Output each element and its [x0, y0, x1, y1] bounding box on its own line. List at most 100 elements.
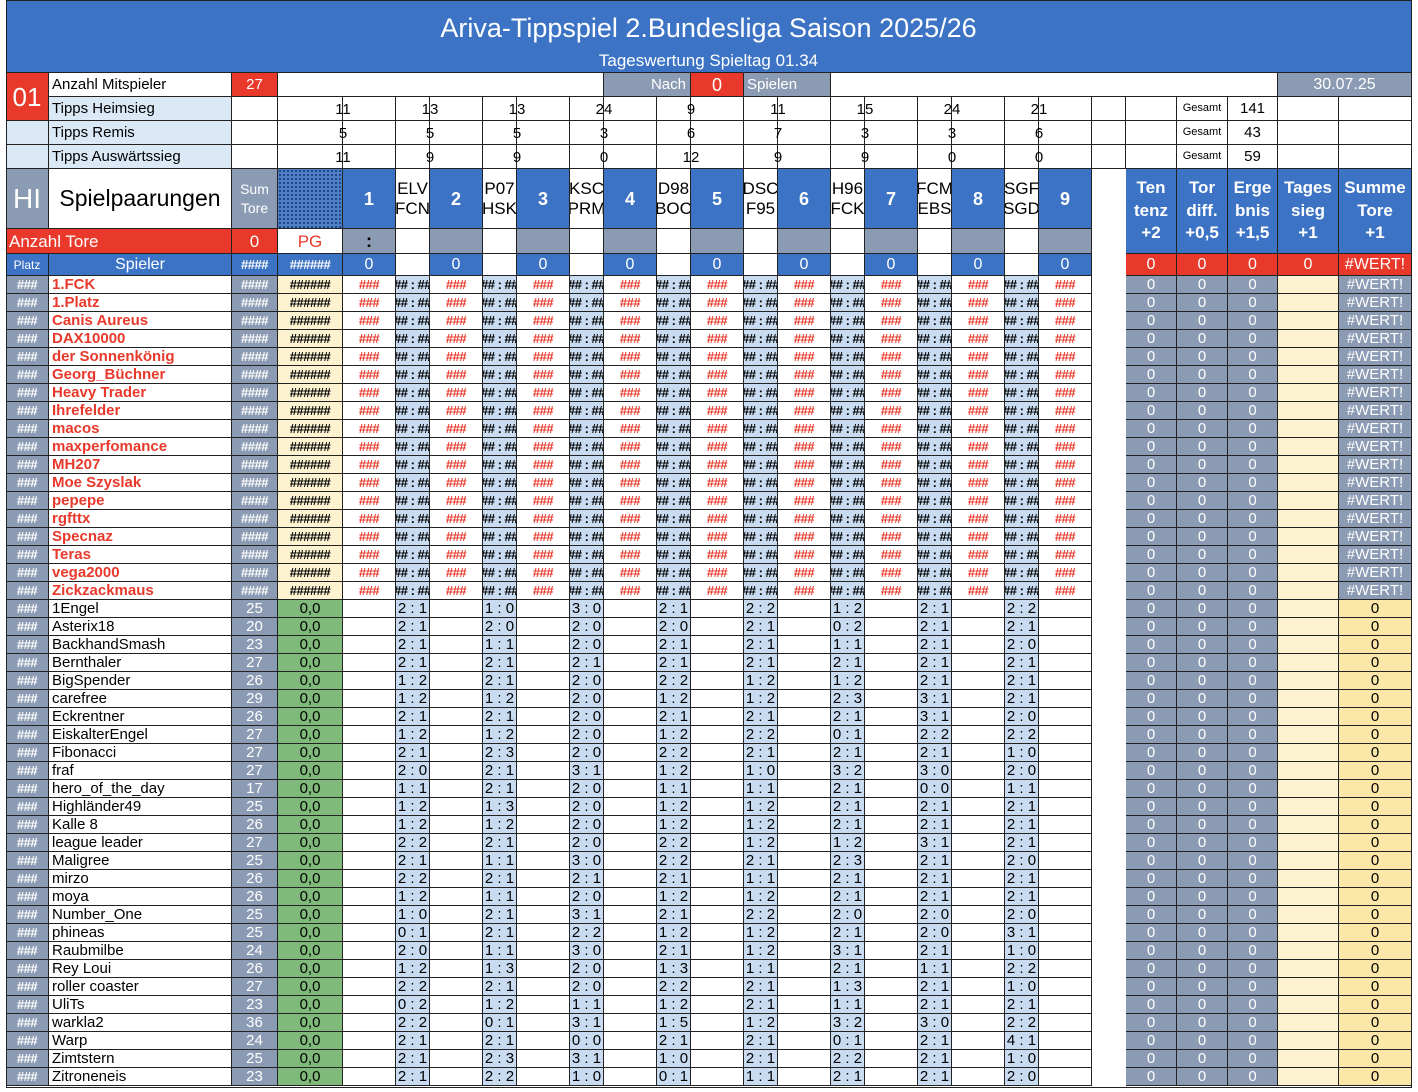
tip-cell[interactable]: 2 : 2 [396, 978, 430, 996]
tip-cell[interactable]: 1 : 1 [744, 780, 778, 798]
tip-cell[interactable]: 1 : 0 [744, 762, 778, 780]
tip-cell[interactable]: 1 : 2 [483, 816, 517, 834]
player-name[interactable]: warkla2 [49, 1014, 232, 1032]
tip-cell[interactable]: ## : ## [396, 564, 430, 582]
tip-cell[interactable]: 2 : 0 [1005, 852, 1039, 870]
tip-cell[interactable]: 2 : 1 [831, 924, 865, 942]
player-name[interactable]: Kalle 8 [49, 816, 232, 834]
tip-cell[interactable]: 1 : 1 [831, 636, 865, 654]
tip-cell[interactable]: 2 : 0 [396, 762, 430, 780]
tip-cell[interactable]: 1 : 2 [483, 996, 517, 1014]
tip-cell[interactable]: ## : ## [918, 366, 952, 384]
tip-cell[interactable]: ## : ## [918, 420, 952, 438]
tip-cell[interactable]: 2 : 1 [657, 654, 691, 672]
tip-cell[interactable]: 2 : 1 [1005, 888, 1039, 906]
tip-cell[interactable]: ## : ## [1005, 474, 1039, 492]
tip-cell[interactable]: 2 : 0 [570, 798, 604, 816]
tip-cell[interactable]: 2 : 1 [918, 942, 952, 960]
tip-cell[interactable]: 2 : 1 [918, 870, 952, 888]
tip-cell[interactable]: 1 : 3 [483, 960, 517, 978]
tip-cell[interactable]: ## : ## [1005, 492, 1039, 510]
tip-cell[interactable]: 2 : 2 [744, 726, 778, 744]
tip-cell[interactable]: 2 : 2 [1005, 600, 1039, 618]
tip-cell[interactable]: 2 : 1 [483, 906, 517, 924]
tip-cell[interactable]: ## : ## [570, 438, 604, 456]
tip-cell[interactable]: 2 : 0 [570, 780, 604, 798]
tip-cell[interactable]: 1 : 2 [744, 924, 778, 942]
tip-cell[interactable]: 2 : 1 [918, 654, 952, 672]
tip-cell[interactable]: ## : ## [1005, 384, 1039, 402]
tip-cell[interactable]: ## : ## [831, 582, 865, 600]
tip-cell[interactable]: ## : ## [744, 402, 778, 420]
tip-cell[interactable]: ## : ## [1005, 312, 1039, 330]
tip-cell[interactable]: ## : ## [570, 582, 604, 600]
tip-cell[interactable]: 2 : 2 [396, 834, 430, 852]
tip-cell[interactable]: 1 : 2 [744, 690, 778, 708]
player-name[interactable]: Asterix18 [49, 618, 232, 636]
tip-cell[interactable]: ## : ## [1005, 294, 1039, 312]
tip-cell[interactable]: ## : ## [657, 366, 691, 384]
tip-cell[interactable]: 1 : 2 [744, 798, 778, 816]
tip-cell[interactable]: ## : ## [396, 420, 430, 438]
tip-cell[interactable]: 2 : 1 [396, 654, 430, 672]
tip-cell[interactable]: ## : ## [396, 474, 430, 492]
tip-cell[interactable]: 2 : 1 [744, 996, 778, 1014]
tip-cell[interactable]: ## : ## [483, 438, 517, 456]
tip-cell[interactable]: ## : ## [831, 546, 865, 564]
tip-cell[interactable]: 2 : 0 [570, 690, 604, 708]
blank-cell[interactable] [1126, 121, 1177, 145]
tip-cell[interactable]: ## : ## [657, 474, 691, 492]
tip-cell[interactable]: 2 : 1 [918, 978, 952, 996]
tip-cell[interactable]: 2 : 1 [396, 1050, 430, 1068]
tip-cell[interactable]: 2 : 0 [570, 744, 604, 762]
tip-cell[interactable]: ## : ## [570, 276, 604, 294]
tip-cell[interactable]: ## : ## [831, 366, 865, 384]
tip-cell[interactable]: 3 : 1 [570, 1014, 604, 1032]
tip-cell[interactable]: ## : ## [483, 330, 517, 348]
blank-cell[interactable] [1278, 121, 1339, 145]
player-name[interactable]: roller coaster [49, 978, 232, 996]
tip-cell[interactable]: ## : ## [1005, 366, 1039, 384]
tip-cell[interactable]: 1 : 2 [657, 996, 691, 1014]
tip-cell[interactable]: ## : ## [570, 348, 604, 366]
match-pairing[interactable]: SGF SGD [1005, 169, 1039, 229]
tip-cell[interactable]: 2 : 1 [918, 744, 952, 762]
tip-cell[interactable]: 3 : 0 [570, 852, 604, 870]
tip-cell[interactable]: ## : ## [744, 348, 778, 366]
tip-cell[interactable]: 2 : 0 [1005, 1068, 1039, 1086]
tip-cell[interactable]: 1 : 3 [657, 960, 691, 978]
tip-cell[interactable]: ## : ## [483, 456, 517, 474]
anzahl-mitspieler-value[interactable]: 27 [232, 73, 278, 97]
tip-cell[interactable]: 1 : 1 [396, 780, 430, 798]
tip-cell[interactable]: ## : ## [1005, 402, 1039, 420]
tip-cell[interactable]: 2 : 1 [918, 618, 952, 636]
tip-cell[interactable]: 2 : 1 [1005, 798, 1039, 816]
tip-cell[interactable]: ## : ## [744, 438, 778, 456]
tip-cell[interactable]: 2 : 1 [396, 1032, 430, 1050]
tip-cell[interactable]: 2 : 1 [657, 636, 691, 654]
tip-cell[interactable]: 1 : 2 [657, 726, 691, 744]
tip-cell[interactable]: 2 : 2 [396, 1014, 430, 1032]
tip-cell[interactable]: ## : ## [570, 492, 604, 510]
tip-cell[interactable]: ## : ## [1005, 438, 1039, 456]
tip-cell[interactable]: ## : ## [483, 384, 517, 402]
player-name[interactable]: Zimtstern [49, 1050, 232, 1068]
tip-cell[interactable]: 1 : 2 [396, 798, 430, 816]
tip-cell[interactable]: ## : ## [570, 330, 604, 348]
tip-cell[interactable]: ## : ## [1005, 546, 1039, 564]
tip-cell[interactable]: ## : ## [483, 348, 517, 366]
tip-cell[interactable]: 2 : 1 [657, 600, 691, 618]
tip-cell[interactable]: ## : ## [831, 492, 865, 510]
tip-cell[interactable]: ## : ## [396, 330, 430, 348]
tip-cell[interactable]: ## : ## [657, 438, 691, 456]
tip-cell[interactable]: ## : ## [657, 456, 691, 474]
tip-cell[interactable]: ## : ## [657, 294, 691, 312]
player-name[interactable]: Teras [49, 546, 232, 564]
tip-cell[interactable]: ## : ## [744, 384, 778, 402]
match-pairing[interactable]: ELV FCN [396, 169, 430, 229]
player-name[interactable]: BigSpender [49, 672, 232, 690]
tip-cell[interactable]: 2 : 3 [483, 1050, 517, 1068]
tip-cell[interactable]: 2 : 2 [831, 1050, 865, 1068]
tip-cell[interactable]: 1 : 1 [744, 1068, 778, 1086]
tip-cell[interactable]: 2 : 1 [1005, 834, 1039, 852]
